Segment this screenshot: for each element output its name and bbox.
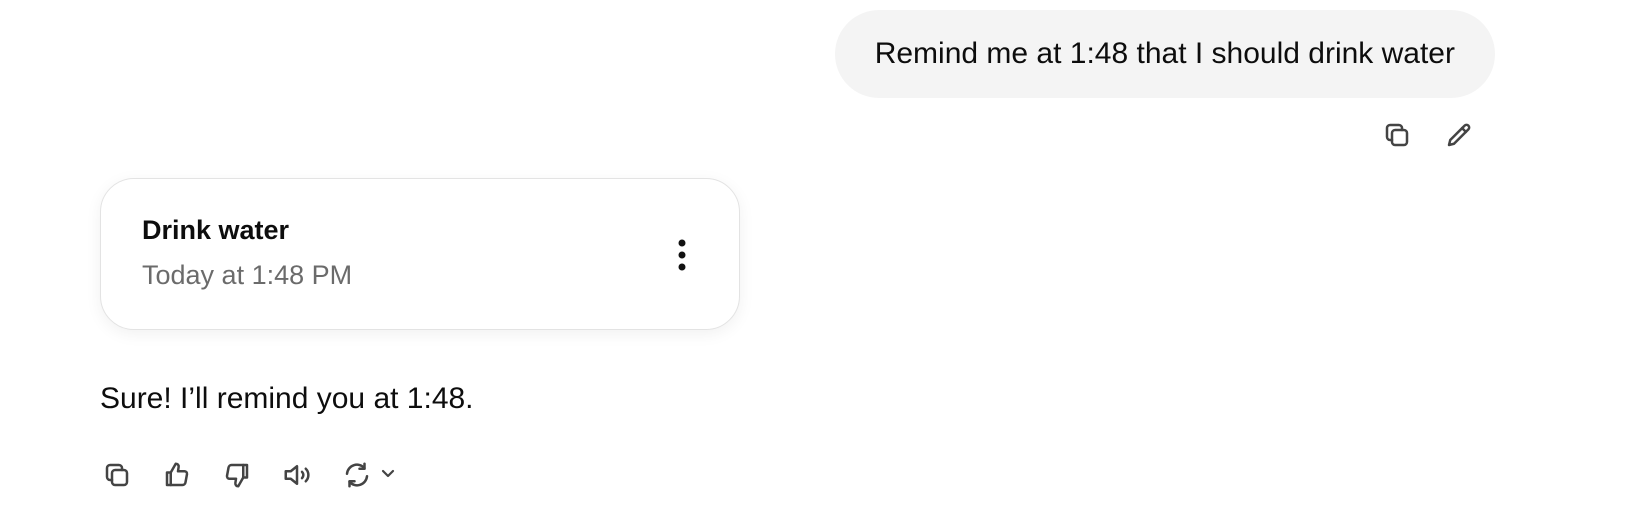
copy-icon[interactable] (1380, 118, 1414, 152)
copy-icon[interactable] (100, 458, 134, 492)
assistant-message-actions (100, 458, 398, 492)
thumbs-up-icon[interactable] (160, 458, 194, 492)
more-vertical-icon[interactable] (665, 233, 699, 277)
thumbs-down-icon[interactable] (220, 458, 254, 492)
edit-icon[interactable] (1442, 118, 1476, 152)
reminder-time: Today at 1:48 PM (142, 260, 353, 290)
reminder-title: Drink water (142, 215, 290, 245)
user-message-bubble: Remind me at 1:48 that I should drink wa… (834, 10, 1495, 98)
user-message-actions (1380, 118, 1476, 152)
read-aloud-icon[interactable] (280, 458, 314, 492)
regenerate-icon[interactable] (340, 458, 374, 492)
assistant-message-text: Sure! I’ll remind you at 1:48. (100, 382, 474, 415)
regenerate-button[interactable] (340, 458, 398, 492)
chevron-down-icon[interactable] (378, 463, 398, 488)
user-message-text: Remind me at 1:48 that I should drink wa… (874, 37, 1455, 70)
reminder-card[interactable]: Drink water Today at 1:48 PM (100, 178, 740, 330)
